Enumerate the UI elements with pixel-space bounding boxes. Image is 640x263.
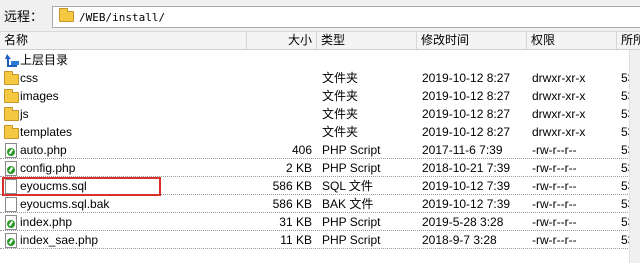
folder-icon xyxy=(59,8,74,22)
list-item[interactable]: index_sae.php 11 KB PHP Script 2018-9-7 3:2… xyxy=(0,231,640,249)
php-file-icon xyxy=(4,161,20,176)
file-name: index_sae.php xyxy=(20,233,99,247)
file-modified: 2017-11-6 7:39 xyxy=(422,143,503,157)
folder-icon xyxy=(4,71,20,85)
column-header-type[interactable]: 类型 xyxy=(317,32,417,49)
file-name: images xyxy=(20,89,59,103)
file-type: 文件夹 xyxy=(322,89,359,103)
file-modified: 2019-10-12 8:27 xyxy=(422,71,511,85)
file-size: 406 xyxy=(291,143,312,157)
folder-icon xyxy=(4,125,20,139)
file-permissions: -rw-r--r-- xyxy=(532,215,577,229)
folder-icon xyxy=(4,107,20,121)
file-permissions: -rw-r--r-- xyxy=(532,233,577,247)
file-size xyxy=(240,69,312,87)
file-permissions: drwxr-xr-x xyxy=(532,107,586,121)
file-size xyxy=(240,87,312,105)
file-type: SQL 文件 xyxy=(322,179,373,193)
column-header-modified[interactable]: 修改时间 xyxy=(417,32,527,49)
column-header-row: 名称 大小 类型 修改时间 权限 所所 xyxy=(0,32,640,50)
file-permissions: -rw-r--r-- xyxy=(532,161,577,175)
list-item[interactable]: auto.php 406 PHP Script 2017-11-6 7:39 -rw-r… xyxy=(0,141,640,159)
file-size: 2 KB xyxy=(285,161,312,175)
column-header-name[interactable]: 名称 xyxy=(0,32,247,49)
file-type: 文件夹 xyxy=(322,107,359,121)
parent-directory-label: 上层目录 xyxy=(20,53,69,67)
file-type: PHP Script xyxy=(322,215,381,229)
php-file-icon xyxy=(4,215,20,230)
list-item[interactable]: templates文件夹2019-10-12 8:27drwxr-xr-x531 xyxy=(0,123,640,141)
column-header-owner[interactable]: 所所 xyxy=(617,32,640,49)
file-size xyxy=(240,105,312,123)
list-item[interactable]: eyoucms.sql.bak 586 KB BAK 文件 2019-10-12 7:… xyxy=(0,195,640,213)
parent-directory-row[interactable]: 上层目录 xyxy=(0,51,640,69)
file-name: index.php xyxy=(20,215,73,229)
file-type: PHP Script xyxy=(322,233,381,247)
list-item[interactable]: images文件夹2019-10-12 8:27drwxr-xr-x531 xyxy=(0,87,640,105)
file-permissions: drwxr-xr-x xyxy=(532,125,586,139)
list-item[interactable]: css文件夹2019-10-12 8:27drwxr-xr-x531 xyxy=(0,69,640,87)
file-type: 文件夹 xyxy=(322,71,359,85)
remote-path-input[interactable]: /WEB/install/ xyxy=(52,6,640,28)
list-item[interactable]: js文件夹2019-10-12 8:27drwxr-xr-x531 xyxy=(0,105,640,123)
file-size: 586 KB xyxy=(272,197,312,211)
remote-path-bar: 远程： /WEB/install/ xyxy=(0,0,640,32)
file-name: css xyxy=(20,71,38,85)
file-modified: 2018-10-21 7:39 xyxy=(422,161,511,175)
file-type: PHP Script xyxy=(322,161,381,175)
file-icon xyxy=(4,197,20,212)
file-size: 586 KB xyxy=(272,179,312,193)
remote-label: 远程： xyxy=(4,9,44,24)
column-header-size[interactable]: 大小 xyxy=(247,32,317,49)
selection-highlight xyxy=(2,177,161,196)
file-modified: 2019-10-12 8:27 xyxy=(422,125,511,139)
file-type: 文件夹 xyxy=(322,125,359,139)
file-permissions: drwxr-xr-x xyxy=(532,71,586,85)
vertical-scrollbar[interactable] xyxy=(629,50,640,263)
file-name: templates xyxy=(20,125,73,139)
column-header-perms[interactable]: 权限 xyxy=(527,32,617,49)
file-permissions: -rw-r--r-- xyxy=(532,143,577,157)
file-modified: 2019-10-12 7:39 xyxy=(422,179,511,193)
php-file-icon xyxy=(4,233,20,248)
file-name: eyoucms.sql.bak xyxy=(20,197,110,211)
file-modified: 2019-5-28 3:28 xyxy=(422,215,504,229)
file-name: js xyxy=(20,107,29,121)
file-permissions: drwxr-xr-x xyxy=(532,89,586,103)
file-modified: 2018-9-7 3:28 xyxy=(422,233,497,247)
folder-icon xyxy=(4,89,20,103)
file-name: auto.php xyxy=(20,143,67,157)
file-type: PHP Script xyxy=(322,143,381,157)
list-item[interactable]: config.php 2 KB PHP Script 2018-10-21 7:39 -… xyxy=(0,159,640,177)
file-size xyxy=(240,123,312,141)
file-size: 31 KB xyxy=(279,215,312,229)
remote-path-value: /WEB/install/ xyxy=(79,11,166,24)
file-permissions: -rw-r--r-- xyxy=(532,179,577,193)
file-modified: 2019-10-12 8:27 xyxy=(422,107,511,121)
file-modified: 2019-10-12 8:27 xyxy=(422,89,511,103)
file-type: BAK 文件 xyxy=(322,197,374,211)
file-size: 11 KB xyxy=(280,233,312,247)
list-item[interactable]: index.php 31 KB PHP Script 2019-5-28 3:28 -r… xyxy=(0,213,640,231)
file-modified: 2019-10-12 7:39 xyxy=(422,197,511,211)
file-permissions: -rw-r--r-- xyxy=(532,197,577,211)
php-file-icon xyxy=(4,143,20,158)
up-arrow-icon xyxy=(4,53,20,67)
file-name: config.php xyxy=(20,161,76,175)
